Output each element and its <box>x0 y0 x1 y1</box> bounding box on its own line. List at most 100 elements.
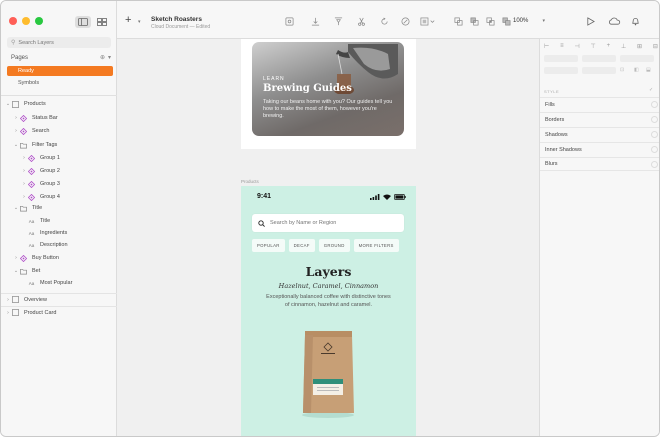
card-eyebrow: LEARN <box>263 76 285 82</box>
layer-row[interactable]: › Product Card <box>1 306 117 318</box>
align-bottom-icon[interactable]: ⊥ <box>621 43 626 50</box>
search-layers-field[interactable]: ⚲ <box>7 37 111 48</box>
align-right-icon[interactable]: ⊣ <box>574 43 579 50</box>
fills-section[interactable]: Fills <box>540 97 659 111</box>
product-description: Exceptionally balanced coffee with disti… <box>266 294 391 308</box>
filter-more[interactable]: MORE FILTERS <box>353 239 399 252</box>
pages-header: Pages ⊕ ▾ <box>11 54 111 62</box>
style-section-label: STYLE <box>544 89 560 94</box>
width-field[interactable] <box>544 67 578 74</box>
inner-shadows-section[interactable]: Inner Shadows <box>540 142 659 156</box>
window-controls <box>9 17 43 25</box>
collapse-pages-icon[interactable]: ▾ <box>108 54 111 61</box>
edit-button[interactable] <box>400 16 410 26</box>
layer-row[interactable]: › Buy Button <box>1 252 117 264</box>
position-y-field[interactable] <box>582 55 616 62</box>
add-inner-shadow-icon[interactable] <box>651 146 658 153</box>
product-card-artboard[interactable]: LEARN Brewing Guides Taking our beans ho… <box>241 39 416 149</box>
canvas[interactable]: LEARN Brewing Guides Taking our beans ho… <box>117 39 539 436</box>
zoom-dropdown[interactable]: 100% ▾ <box>510 15 548 27</box>
add-border-icon[interactable] <box>651 116 658 123</box>
artboard-label[interactable]: Products <box>241 179 259 184</box>
scissors-button[interactable] <box>356 16 366 26</box>
layer-row[interactable]: › Group 1 <box>1 152 117 164</box>
document-subtitle: Cloud Document — Edited <box>151 24 211 30</box>
layer-label: Overview <box>24 296 47 303</box>
style-check-icon[interactable]: ✓ <box>649 87 653 93</box>
preview-button[interactable] <box>585 16 595 26</box>
layer-list-view-button[interactable] <box>75 16 91 28</box>
coffee-bag-image <box>302 331 354 418</box>
add-fill-icon[interactable] <box>651 101 658 108</box>
union-button[interactable] <box>453 16 463 26</box>
lock-ratio-icon[interactable]: ⊡ <box>620 67 624 73</box>
position-x-field[interactable] <box>544 55 578 62</box>
rotation-field[interactable] <box>620 55 654 62</box>
chevron-down-icon: ▾ <box>542 18 545 24</box>
layer-row[interactable]: Aa Ingredients <box>1 227 117 239</box>
page-item-symbols[interactable]: Symbols <box>7 78 113 88</box>
notifications-button[interactable] <box>630 16 640 26</box>
borders-section[interactable]: Borders <box>540 112 659 126</box>
status-bar: 9:41 <box>241 186 416 210</box>
toolbar: + ▾ Sketch Roasters Cloud Document — Edi… <box>117 1 659 39</box>
layer-row[interactable]: › Search <box>1 125 117 137</box>
symbol-icon <box>27 167 36 175</box>
filter-popular[interactable]: POPULAR <box>252 239 285 252</box>
align-top-icon[interactable]: ⊤ <box>591 43 596 50</box>
add-page-icon[interactable]: ⊕ <box>100 54 105 61</box>
close-window-button[interactable] <box>9 17 17 25</box>
layer-row[interactable]: Aa Description <box>1 239 117 251</box>
components-view-button[interactable] <box>94 16 110 28</box>
zoom-window-button[interactable] <box>35 17 43 25</box>
layer-row[interactable]: › Group 3 <box>1 178 117 190</box>
shadows-section[interactable]: Shadows <box>540 127 659 141</box>
layer-row[interactable]: › Group 2 <box>1 165 117 177</box>
insert-button[interactable]: + <box>125 14 131 26</box>
intersect-button[interactable] <box>485 16 495 26</box>
layer-row[interactable]: Aa Title <box>1 215 117 227</box>
height-field[interactable] <box>582 67 616 74</box>
cloud-share-button[interactable] <box>607 16 621 26</box>
brewing-guides-card[interactable]: LEARN Brewing Guides Taking our beans ho… <box>252 42 404 136</box>
flip-horizontal-icon[interactable]: ◧ <box>634 67 639 73</box>
page-item-ready[interactable]: Ready <box>7 66 113 76</box>
frame-button[interactable] <box>419 16 437 26</box>
add-blur-icon[interactable] <box>651 160 658 168</box>
subtract-button[interactable] <box>469 16 479 26</box>
align-left-icon[interactable]: ⊢ <box>544 43 549 50</box>
distribute-button[interactable] <box>333 16 343 26</box>
filter-ground[interactable]: GROUND <box>318 239 350 252</box>
symbol-icon <box>19 127 28 135</box>
layer-row[interactable]: ⌄ Filter Tags <box>1 139 117 151</box>
text-layer-icon: Aa <box>28 218 35 224</box>
app-window: ⚲ Pages ⊕ ▾ Ready Symbols ⌄Products ›Stat… <box>0 0 660 437</box>
products-artboard[interactable]: 9:41 POPULAR DECAF GROUND MORE FILTERS L… <box>241 186 416 436</box>
layer-row[interactable]: › Overview <box>1 293 117 305</box>
rotate-icon <box>380 17 388 25</box>
distribute-vertical-icon[interactable]: ⊟ <box>653 43 658 50</box>
distribute-horizontal-icon[interactable]: ⊞ <box>637 43 642 50</box>
flip-vertical-icon[interactable]: ⬓ <box>646 67 651 73</box>
add-shadow-icon[interactable] <box>651 131 658 138</box>
product-search-bar[interactable] <box>252 214 404 232</box>
filter-decaf[interactable]: DECAF <box>288 239 315 252</box>
create-symbol-button[interactable] <box>284 16 294 26</box>
distribute-icon <box>334 17 342 25</box>
align-middle-icon[interactable]: + <box>607 43 611 50</box>
align-bottom-button[interactable] <box>310 16 320 26</box>
minimize-window-button[interactable] <box>22 17 30 25</box>
layer-row[interactable]: Aa Most Popular <box>1 277 117 289</box>
product-search-input[interactable] <box>270 220 390 226</box>
blurs-section[interactable]: Blurs <box>540 157 659 171</box>
chevron-down-icon[interactable]: ▾ <box>138 19 141 25</box>
rotate-button[interactable] <box>379 16 389 26</box>
layer-row[interactable]: ⌄ Products <box>1 98 117 110</box>
layer-row[interactable]: ⌄ Bet <box>1 265 117 277</box>
layer-row[interactable]: › Status Bar <box>1 112 117 124</box>
search-layers-input[interactable] <box>18 39 109 46</box>
align-center-icon[interactable]: ≡ <box>560 43 564 50</box>
bell-icon <box>631 17 639 25</box>
intersect-icon <box>486 17 494 25</box>
layer-row[interactable]: ⌄ Title <box>1 202 117 214</box>
